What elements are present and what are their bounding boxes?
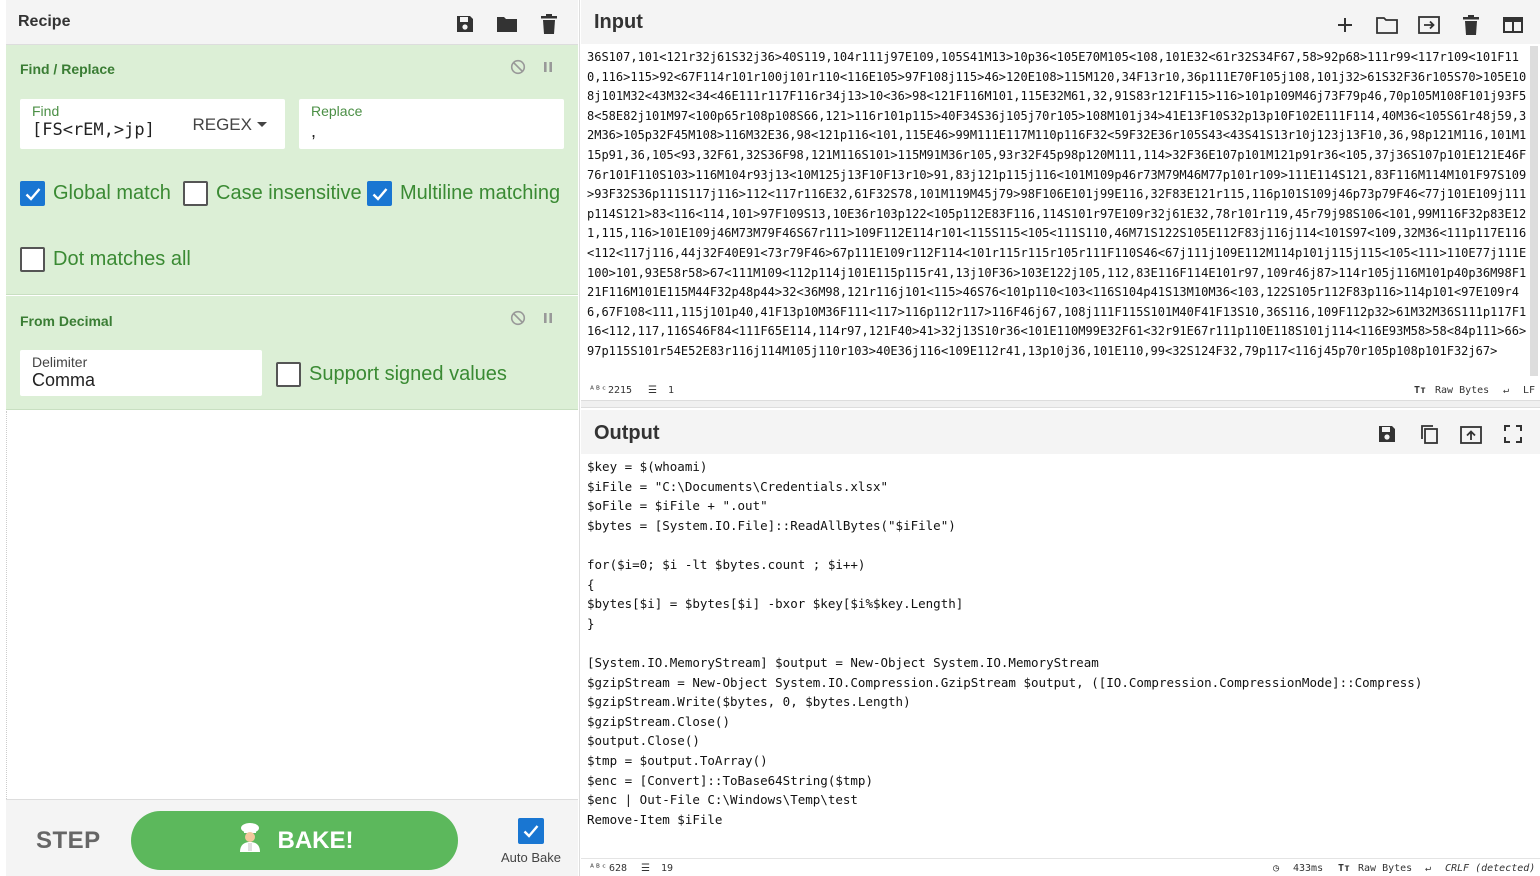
find-field[interactable]: Find [FS<rEM,>jp] REGEX <box>20 99 285 149</box>
multiline-label: Multiline matching <box>400 182 561 204</box>
input-eol[interactable]: LF <box>1523 385 1535 396</box>
input-status-bar: ᴬᴮᶜ 2215 ☰ 1 Tт Raw Bytes ↵ LF <box>581 381 1540 401</box>
replace-label: Replace <box>311 103 363 119</box>
line-count-icon: ☰ <box>641 863 650 874</box>
replace-field[interactable]: Replace , <box>299 99 564 149</box>
line-count-icon: ☰ <box>648 385 657 396</box>
bake-bar: STEP BAKE! Auto Bake <box>6 799 578 876</box>
find-replace-operation: Find / Replace Find [FS<rEM,>jp] REGEX R… <box>6 45 578 295</box>
global-match-checkbox[interactable]: Global match <box>20 181 171 206</box>
global-match-label: Global match <box>53 182 171 204</box>
input-header: Input <box>581 0 1540 44</box>
bake-time: 433ms <box>1293 863 1324 874</box>
delimiter-select[interactable]: Comma <box>32 370 95 391</box>
layout-icon[interactable] <box>1502 14 1524 36</box>
input-textarea[interactable]: 36S107,101<121r32j61S32j36>40S119,104r11… <box>587 48 1527 378</box>
input-encoding[interactable]: Raw Bytes <box>1435 385 1489 396</box>
disable-icon[interactable] <box>510 310 526 326</box>
step-button[interactable]: STEP <box>36 827 101 855</box>
checkbox-checked-icon <box>367 181 392 206</box>
from-decimal-operation: From Decimal Delimiter Comma Support sig… <box>6 296 578 410</box>
open-folder-icon[interactable] <box>1376 14 1398 36</box>
panel-resize-handle[interactable] <box>581 400 1540 408</box>
dot-matches-all-checkbox[interactable]: Dot matches all <box>20 247 191 272</box>
io-panel: Input 36S107,101<121r32j61S32j36>40S119,… <box>581 0 1540 876</box>
find-input[interactable]: [FS<rEM,>jp] <box>32 120 155 140</box>
input-line-count: 1 <box>668 385 675 396</box>
checkbox-checked-icon <box>518 818 544 844</box>
output-eol[interactable]: CRLF (detected) <box>1445 863 1535 874</box>
add-tab-icon[interactable] <box>1334 14 1356 36</box>
from-decimal-title: From Decimal <box>20 313 113 329</box>
recipe-title: Recipe <box>18 13 71 30</box>
delimiter-field[interactable]: Delimiter Comma <box>20 350 262 396</box>
text-encoding-icon: Tт <box>1338 863 1351 874</box>
trash-icon[interactable] <box>538 13 560 35</box>
signed-values-checkbox[interactable]: Support signed values <box>276 362 507 387</box>
clock-icon: ◷ <box>1273 863 1280 874</box>
recipe-drop-area[interactable] <box>6 411 578 799</box>
output-title: Output <box>594 422 660 444</box>
replace-input[interactable]: , <box>311 121 316 142</box>
output-header: Output <box>581 410 1540 454</box>
case-insensitive-checkbox[interactable]: Case insensitive <box>183 181 362 206</box>
dot-matches-all-label: Dot matches all <box>53 248 191 270</box>
folder-icon[interactable] <box>496 13 518 35</box>
recipe-panel: Recipe Find / Replace Find [FS<rEM,>jp] … <box>0 0 580 876</box>
output-status-bar: ᴬᴮᶜ 628 ☰ 19 ◷ 433ms Tт Raw Bytes ↵ CRLF… <box>581 858 1540 876</box>
signed-values-label: Support signed values <box>309 363 507 385</box>
open-file-icon[interactable] <box>1418 14 1440 36</box>
chef-icon <box>236 822 264 859</box>
pause-icon[interactable] <box>540 310 556 326</box>
auto-bake-label: Auto Bake <box>501 850 561 865</box>
replace-input-icon[interactable] <box>1460 423 1482 445</box>
output-line-count: 19 <box>661 863 674 874</box>
checkbox-unchecked-icon <box>20 247 45 272</box>
cyberchef-app: Recipe Find / Replace Find [FS<rEM,>jp] … <box>0 0 1540 876</box>
recipe-header: Recipe <box>6 0 578 45</box>
save-output-icon[interactable] <box>1376 423 1398 445</box>
clear-input-icon[interactable] <box>1460 14 1482 36</box>
eol-icon: ↵ <box>1503 385 1510 396</box>
input-char-count: 2215 <box>608 385 633 396</box>
maximize-icon[interactable] <box>1502 423 1524 445</box>
find-label: Find <box>32 103 60 119</box>
char-count-icon: ᴬᴮᶜ <box>589 385 608 396</box>
input-scrollbar[interactable] <box>1530 46 1538 376</box>
output-encoding[interactable]: Raw Bytes <box>1358 863 1412 874</box>
checkbox-unchecked-icon <box>183 181 208 206</box>
char-count-icon: ᴬᴮᶜ <box>589 863 608 874</box>
checkbox-checked-icon <box>20 181 45 206</box>
disable-icon[interactable] <box>510 59 526 75</box>
pause-icon[interactable] <box>540 59 556 75</box>
save-icon[interactable] <box>454 13 476 35</box>
input-title: Input <box>594 11 643 33</box>
auto-bake-checkbox[interactable]: Auto Bake <box>486 818 576 865</box>
output-textarea[interactable]: $key = $(whoami) $iFile = "C:\Documents\… <box>587 457 1527 829</box>
delimiter-label: Delimiter <box>32 354 88 370</box>
regex-dropdown[interactable]: REGEX <box>192 115 267 135</box>
find-replace-title: Find / Replace <box>20 61 115 77</box>
output-char-count: 628 <box>609 863 628 874</box>
text-encoding-icon: Tт <box>1414 385 1427 396</box>
bake-label: BAKE! <box>277 826 354 854</box>
eol-icon: ↵ <box>1425 863 1432 874</box>
case-insensitive-label: Case insensitive <box>216 182 362 204</box>
bake-button[interactable]: BAKE! <box>131 811 458 870</box>
checkbox-unchecked-icon <box>276 362 301 387</box>
copy-output-icon[interactable] <box>1418 423 1440 445</box>
multiline-checkbox[interactable]: Multiline matching <box>367 181 560 206</box>
